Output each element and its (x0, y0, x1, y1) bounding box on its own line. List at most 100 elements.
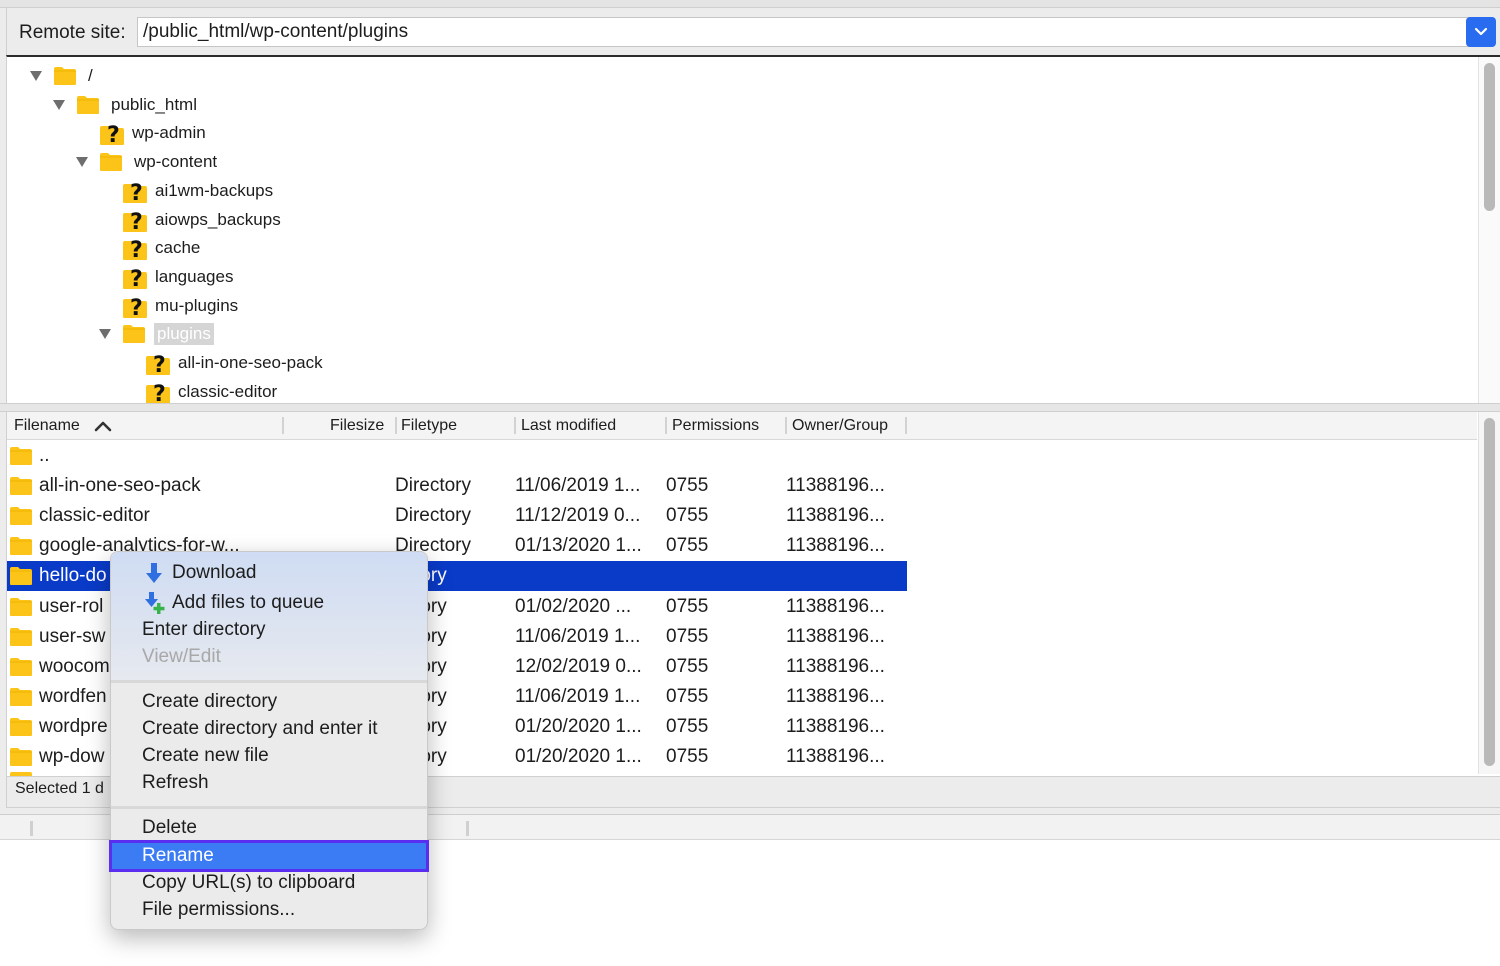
folder-icon (99, 152, 123, 172)
column-header-owner-group[interactable]: Owner/Group (792, 417, 888, 435)
menu-item-label: Create directory and enter it (142, 718, 378, 739)
menu-item-label: Refresh (142, 772, 209, 793)
menu-item-label: Copy URL(s) to clipboard (142, 872, 356, 893)
file-owner-group: 11388196... (786, 685, 885, 707)
menu-item-create-directory[interactable]: Create directory (111, 689, 427, 716)
tree-node-label: classic-editor (178, 381, 278, 401)
file-list-row[interactable]: .. (7, 441, 907, 471)
file-list-scrollbar-thumb[interactable] (1484, 418, 1495, 766)
menu-item-rename[interactable]: Rename (109, 840, 429, 872)
file-permissions: 0755 (666, 715, 709, 737)
tree-node-label: mu-plugins (155, 295, 239, 315)
tree-node[interactable]: plugins (98, 320, 214, 348)
unknown-folder-icon: ? (145, 381, 170, 403)
menu-item-delete[interactable]: Delete (111, 815, 427, 842)
tree-scrollbar-thumb[interactable] (1484, 63, 1495, 211)
remote-directory-tree: / public_html? wp-admin wp-content? ai1wm-ba… (6, 55, 1500, 403)
disclosure-triangle-icon[interactable] (75, 156, 89, 168)
menu-item-create-directory-and-enter-it[interactable]: Create directory and enter it (111, 716, 427, 743)
column-separator[interactable] (30, 821, 33, 836)
tree-node-label: all-in-one-seo-pack (178, 353, 323, 372)
file-list-row[interactable]: all-in-one-seo-pack Directory 11/06/2019 1… (7, 471, 907, 501)
column-separator[interactable] (514, 417, 516, 434)
file-last-modified: 11/06/2019 1... (515, 625, 641, 647)
file-list-scrollbar[interactable] (1478, 412, 1500, 774)
file-permissions: 0755 (666, 475, 709, 497)
svg-text:?: ? (130, 210, 143, 233)
folder-icon (76, 95, 100, 115)
column-separator[interactable] (395, 417, 397, 434)
folder-icon (9, 566, 33, 586)
file-name: woocom (39, 655, 110, 677)
file-owner-group: 11388196... (786, 655, 885, 677)
menu-item-create-new-file[interactable]: Create new file (111, 743, 427, 770)
folder-icon (9, 747, 33, 767)
column-separator[interactable] (785, 417, 787, 434)
menu-item-download[interactable]: Download (111, 560, 427, 587)
file-name: wordpre (39, 715, 108, 737)
column-separator[interactable] (282, 417, 284, 434)
unknown-folder-icon: ? (122, 266, 147, 292)
svg-text:?: ? (107, 123, 120, 146)
folder-icon (9, 446, 33, 466)
file-name: classic-editor (39, 505, 150, 527)
file-name: user-sw (39, 625, 106, 647)
tree-node[interactable]: public_html (52, 91, 200, 119)
column-separator[interactable] (466, 821, 469, 836)
svg-text:?: ? (153, 353, 166, 376)
menu-item-label: Rename (142, 845, 214, 866)
tree-node[interactable]: ? classic-editor (121, 378, 280, 403)
file-permissions: 0755 (666, 685, 709, 707)
tree-node[interactable]: ? aiowps_backups (98, 206, 284, 235)
remote-site-path-input[interactable]: /public_html/wp-content/plugins (137, 17, 1471, 47)
menu-item-label: Delete (142, 817, 197, 838)
disclosure-triangle-icon[interactable] (98, 328, 112, 340)
tree-node[interactable]: ? cache (98, 234, 203, 263)
menu-item-copy-urls-to-clipboard[interactable]: Copy URL(s) to clipboard (111, 870, 427, 897)
tree-node-label: wp-content (134, 152, 218, 172)
unknown-folder-icon: ? (122, 209, 147, 235)
menu-item-label: Download (172, 562, 257, 583)
remote-site-history-dropdown[interactable] (1466, 17, 1496, 47)
tree-node[interactable]: ? languages (98, 263, 236, 292)
unknown-folder-icon: ? (145, 352, 170, 378)
tree-node-label: cache (155, 238, 201, 258)
unknown-folder-icon: ? (122, 295, 147, 321)
file-last-modified: 01/02/2020 ... (515, 595, 632, 617)
disclosure-triangle-icon[interactable] (29, 70, 43, 82)
file-last-modified: 11/06/2019 1... (515, 475, 641, 497)
file-owner-group: 11388196... (786, 505, 885, 527)
context-menu: Download Add files to queue Enter director… (109, 551, 429, 930)
file-owner-group: 11388196... (786, 475, 885, 497)
menu-item-add-files-to-queue[interactable]: Add files to queue (111, 590, 427, 617)
tree-node[interactable]: ? ai1wm-backups (98, 177, 276, 206)
menu-item-refresh[interactable]: Refresh (111, 770, 427, 797)
folder-icon (9, 597, 33, 617)
tree-scrollbar[interactable] (1478, 57, 1500, 403)
menu-item-enter-directory[interactable]: Enter directory (111, 617, 427, 644)
column-separator[interactable] (905, 417, 907, 434)
tree-node[interactable]: / (29, 62, 96, 90)
tree-node-label: ai1wm-backups (155, 180, 274, 200)
column-header-filename[interactable]: Filename (14, 417, 80, 435)
file-last-modified: 11/06/2019 1... (515, 685, 641, 707)
tree-node[interactable]: wp-content (75, 148, 220, 176)
download-icon (146, 563, 162, 583)
column-header-filetype[interactable]: Filetype (401, 417, 457, 435)
file-list-row[interactable]: classic-editor Directory 11/12/2019 0... 07… (7, 501, 907, 531)
file-last-modified: 01/13/2020 1... (515, 535, 642, 557)
column-header-permissions[interactable]: Permissions (672, 417, 759, 435)
disclosure-triangle-icon[interactable] (52, 99, 66, 111)
menu-item-file-permissions[interactable]: File permissions... (111, 897, 427, 924)
column-header-last-modified[interactable]: Last modified (521, 417, 616, 435)
tree-node[interactable]: ? all-in-one-seo-pack (121, 349, 326, 378)
tree-node-label: public_html (111, 94, 197, 114)
menu-separator (111, 680, 427, 683)
column-separator[interactable] (665, 417, 667, 434)
column-header-filesize[interactable]: Filesize (330, 417, 384, 435)
pane-splitter[interactable] (0, 403, 1500, 412)
tree-node[interactable]: ? mu-plugins (98, 292, 241, 321)
file-permissions: 0755 (666, 595, 709, 617)
tree-node[interactable]: ? wp-admin (75, 119, 209, 148)
file-owner-group: 11388196... (786, 715, 885, 737)
